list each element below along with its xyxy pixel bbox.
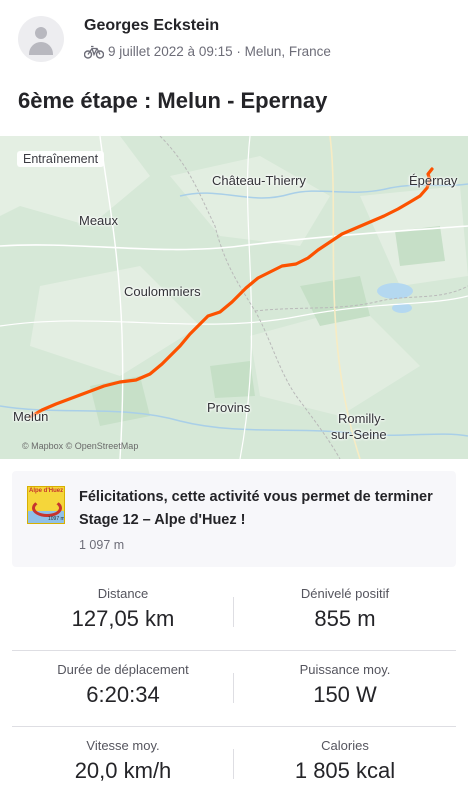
stat-avg-speed: Vitesse moy. 20,0 km/h (12, 727, 234, 800)
author-name[interactable]: Georges Eckstein (84, 17, 219, 35)
route-map[interactable]: Entraînement Château-Thierry Épernay Mea… (0, 136, 468, 459)
stat-elevation-gain: Dénivelé positif 855 m (234, 575, 456, 651)
city-label-melun: Melun (13, 409, 49, 424)
stat-value: 127,05 km (71, 606, 175, 631)
city-label-romilly: Romilly- (338, 411, 385, 426)
stats-grid: Distance 127,05 km Dénivelé positif 855 … (12, 575, 456, 800)
city-label-romilly-2: sur-Seine (331, 427, 387, 442)
stat-label: Distance (97, 586, 149, 601)
achievement-elevation: 1 097 m (79, 538, 125, 552)
stats-row: Distance 127,05 km Dénivelé positif 855 … (12, 575, 456, 651)
stat-label: Dénivelé positif (300, 586, 390, 601)
stat-value: 855 m (314, 606, 376, 631)
stat-value: 150 W (313, 682, 377, 707)
stat-moving-time: Durée de déplacement 6:20:34 (12, 651, 234, 727)
stats-row: Durée de déplacement 6:20:34 Puissance m… (12, 651, 456, 727)
stat-label: Vitesse moy. (86, 738, 160, 753)
alpe-dhuez-badge-icon: Alpe d'Huez 1097 m (27, 486, 65, 524)
achievement-card[interactable]: Alpe d'Huez 1097 m Félicitations, cette … (12, 471, 456, 567)
bike-icon (84, 45, 104, 59)
stat-avg-power: Puissance moy. 150 W (234, 651, 456, 727)
city-label-chateau-thierry: Château-Thierry (212, 173, 306, 188)
stat-label: Calories (321, 738, 369, 753)
avatar-head (35, 27, 47, 39)
avatar-body (29, 42, 53, 55)
achievement-text: Félicitations, cette activité vous perme… (79, 489, 433, 528)
badge-altitude: 1097 m (48, 516, 65, 522)
activity-header: Georges Eckstein 9 juillet 2022 à 09:15 … (0, 0, 468, 76)
city-label-coulommiers: Coulommiers (124, 284, 201, 299)
stat-label: Puissance moy. (299, 662, 391, 677)
badge-label: Alpe d'Huez (29, 488, 64, 494)
stat-value: 20,0 km/h (74, 758, 172, 783)
stat-value: 1 805 kcal (294, 758, 396, 783)
stat-distance: Distance 127,05 km (12, 575, 234, 651)
date-location: 9 juillet 2022 à 09:15 · Melun, France (108, 44, 331, 59)
stat-calories: Calories 1 805 kcal (234, 727, 456, 800)
city-label-epernay: Épernay (409, 173, 458, 188)
city-label-meaux: Meaux (79, 213, 119, 228)
activity-title[interactable]: 6ème étape : Melun - Epernay (18, 88, 327, 114)
stat-label: Durée de déplacement (57, 662, 189, 677)
avatar[interactable] (18, 16, 64, 62)
badge-road (32, 499, 62, 517)
activity-meta: 9 juillet 2022 à 09:15 · Melun, France (84, 44, 331, 59)
training-badge: Entraînement (17, 151, 105, 167)
stats-row: Vitesse moy. 20,0 km/h Calories 1 805 kc… (12, 727, 456, 800)
city-label-provins: Provins (207, 400, 251, 415)
map-attribution[interactable]: © Mapbox © OpenStreetMap (22, 441, 138, 451)
stat-value: 6:20:34 (86, 682, 160, 707)
